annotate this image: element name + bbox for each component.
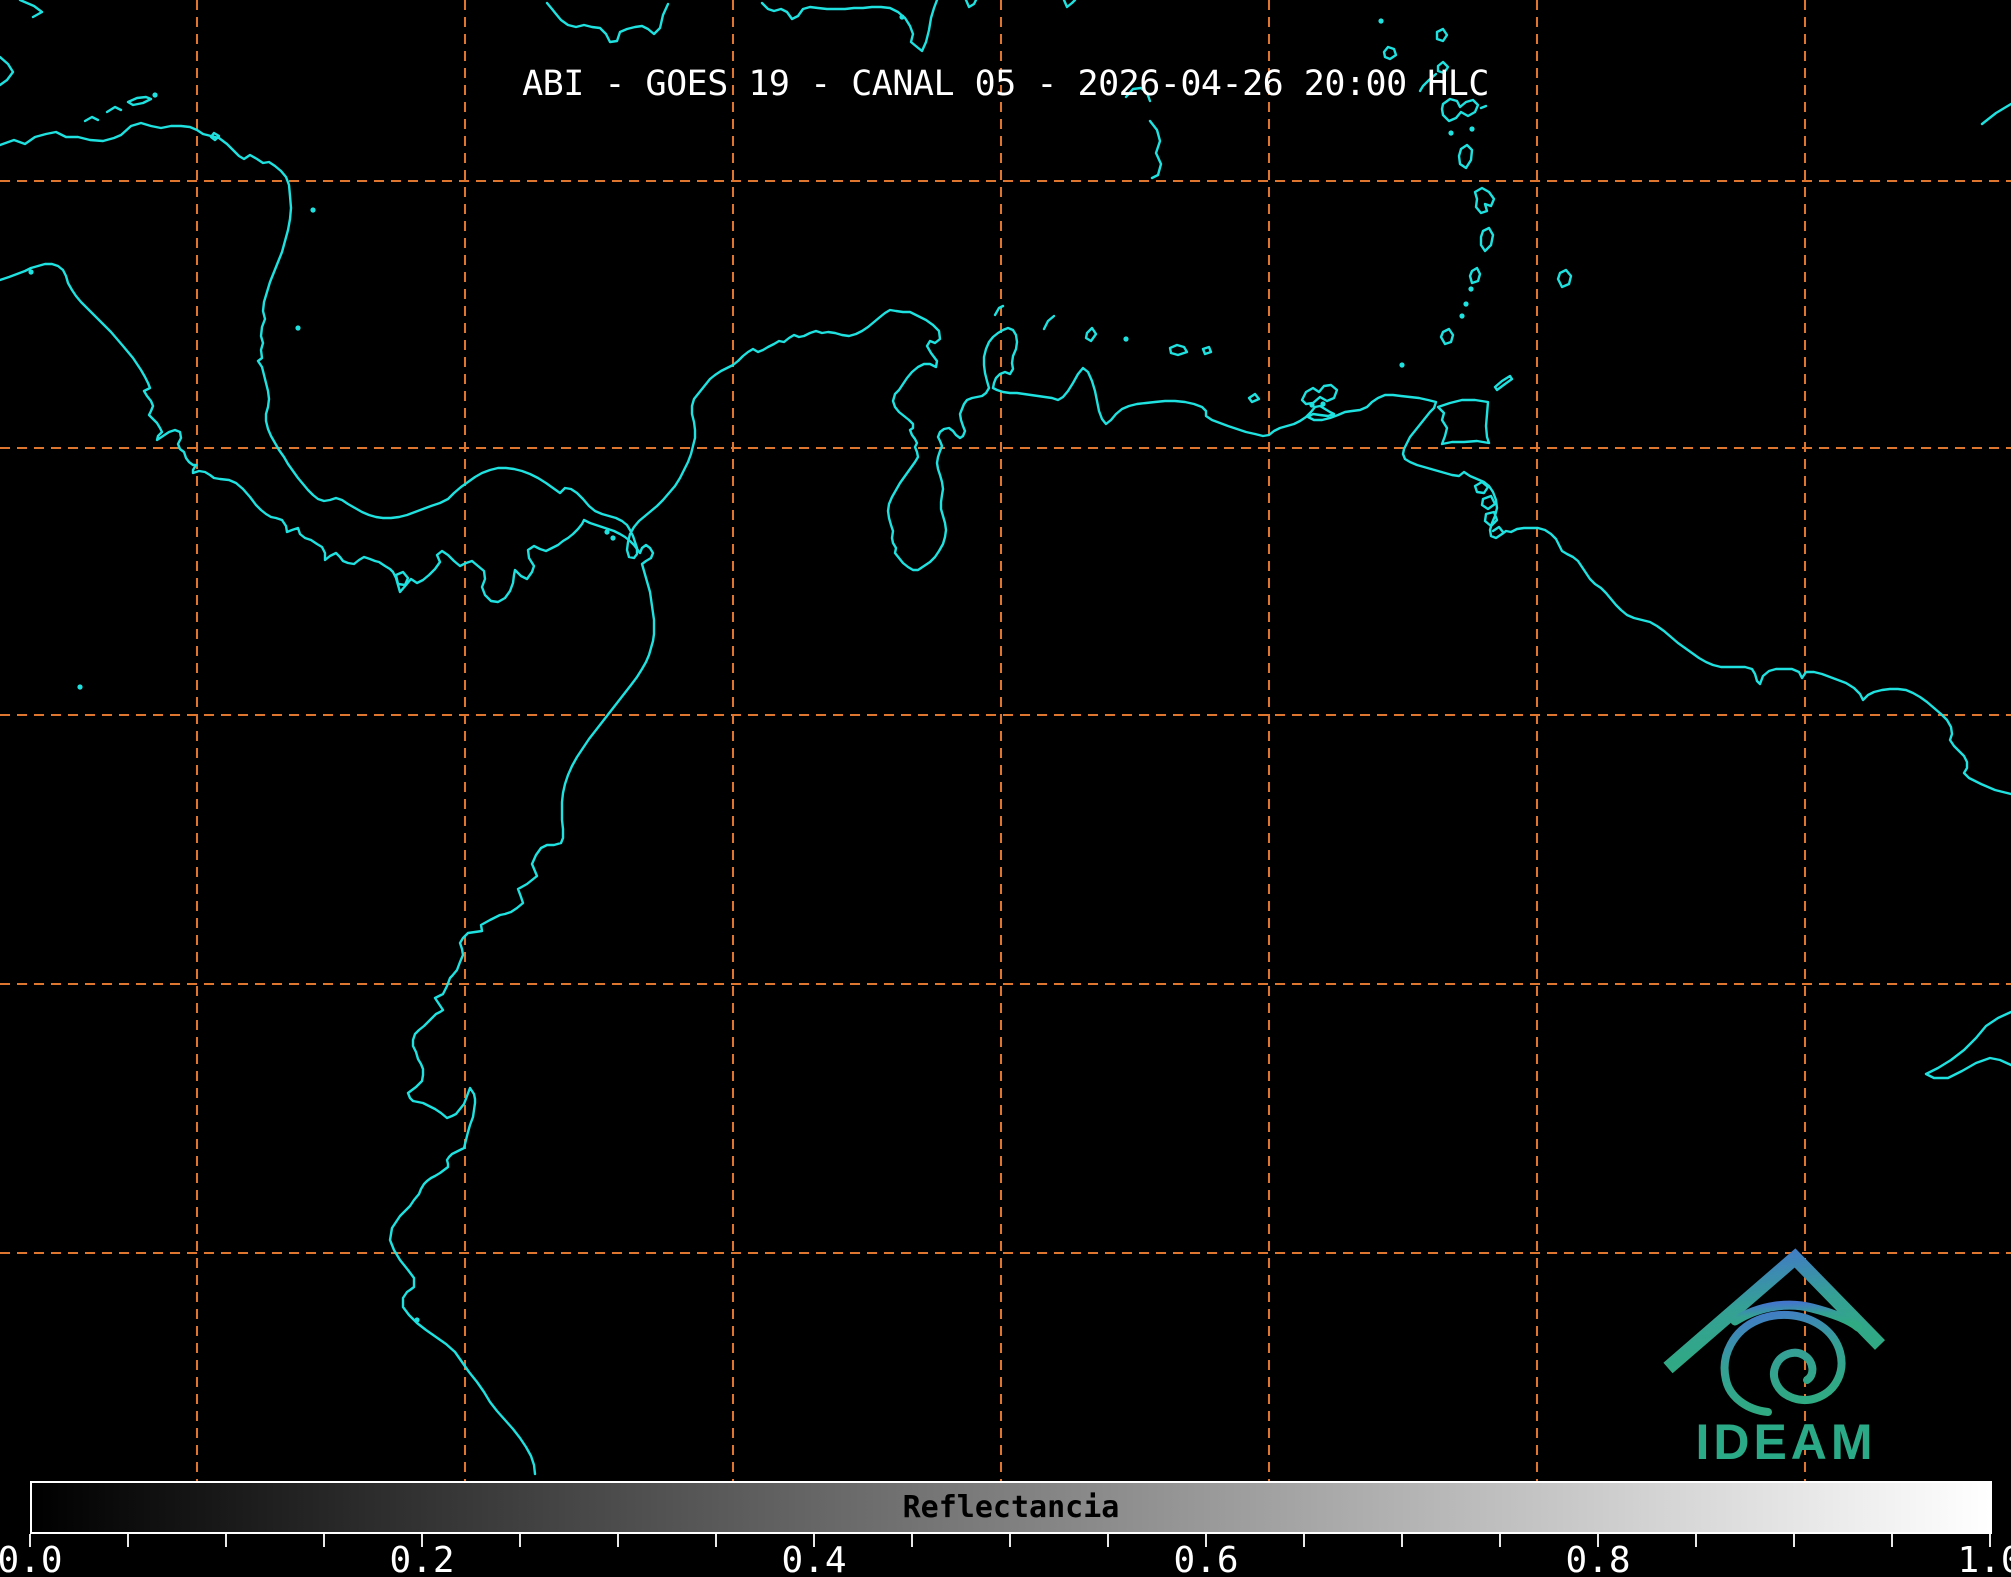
colorbar-tick-label: 0.6 [1173, 1540, 1239, 1577]
ideam-logo: IDEAM [1663, 1248, 1886, 1470]
grenadine-1 [1468, 286, 1474, 292]
orinoco-delta-channel-2 [1480, 494, 1497, 511]
bay-island-utila [83, 115, 100, 123]
barbuda [1382, 45, 1398, 61]
colorbar-tick-labels: 0.0 0.2 0.4 0.6 0.8 1.0 [0, 1540, 2011, 1577]
colorbar-tick-label: 0.2 [389, 1540, 455, 1577]
map-title: ABI - GOES 19 - CANAL 05 - 2026-04-26 20… [522, 64, 1489, 104]
pacific-coast-fonseca-to-peru [0, 262, 656, 1476]
la-tortuga [1247, 392, 1261, 404]
trinidad [1436, 398, 1491, 446]
puertorico-fragment [1062, 0, 1077, 9]
coiba-island [394, 570, 410, 587]
les-saintes [1448, 130, 1454, 136]
curacao [1084, 326, 1098, 343]
marie-galante [1469, 126, 1475, 132]
providencia-island [310, 207, 316, 213]
colorbar-tick-label: 0.0 [0, 1540, 63, 1577]
orinoco-delta-channel-4 [1491, 525, 1505, 534]
la-orchila [1201, 345, 1213, 356]
grenadine-3 [1459, 313, 1465, 319]
desirade-dash [1479, 104, 1488, 110]
tobago [1493, 374, 1514, 392]
malpelo-island [77, 684, 83, 690]
st-vincent [1468, 266, 1482, 285]
hispaniola-islet [899, 14, 905, 20]
graticule-grid [0, 0, 2011, 1484]
antigua [1435, 27, 1449, 43]
grenadine-2 [1463, 301, 1469, 307]
cubagua-island [1320, 401, 1326, 407]
los-roques [1168, 343, 1189, 357]
martinique [1473, 186, 1496, 215]
coche-island [1309, 402, 1315, 408]
colorbar-tick-label: 0.8 [1565, 1540, 1631, 1577]
pearl-island-2 [610, 535, 616, 541]
fonseca-islet [28, 269, 34, 275]
ideam-wordmark: IDEAM [1695, 1414, 1876, 1470]
ne-corner-islet [1378, 18, 1384, 24]
hispaniola-south-coast [760, 0, 939, 53]
virgin-islands-arc-2 [1148, 119, 1163, 180]
los-testigos [1399, 362, 1405, 368]
margarita-island [1300, 383, 1339, 406]
san-andres-island [295, 325, 301, 331]
aruba [1042, 314, 1056, 331]
barbados [1556, 268, 1573, 289]
amazon-river-mouth [1924, 1010, 2011, 1080]
right-edge-island-fragment [1980, 102, 2011, 126]
dominica [1457, 143, 1474, 170]
hurricane-spiral-icon [1720, 1310, 1846, 1416]
satellite-product-image: IDEAM ABI - GOES 19 - CANAL 05 - 2026-04… [0, 0, 2011, 1577]
colorbar-tick-label: 1.0 [1957, 1540, 2011, 1577]
caribbean-coast-honduras-to-guyana [0, 121, 2011, 796]
jamaica-south-coast [545, 1, 670, 44]
map-canvas: IDEAM [0, 0, 2011, 1484]
reflectance-colorbar: Reflectancia [30, 1481, 1992, 1534]
bay-island-small [105, 105, 123, 114]
grenada [1439, 327, 1455, 346]
yucatan-fragment-1 [18, 0, 44, 19]
coast-fragment-mona [964, 0, 978, 9]
colorbar-tick-label: 0.4 [781, 1540, 847, 1577]
peru-islet [414, 1317, 420, 1323]
pearl-island-1 [604, 529, 610, 535]
colorbar-label: Reflectancia [902, 1490, 1120, 1525]
bonaire [1123, 336, 1129, 342]
st-lucia [1479, 226, 1495, 253]
